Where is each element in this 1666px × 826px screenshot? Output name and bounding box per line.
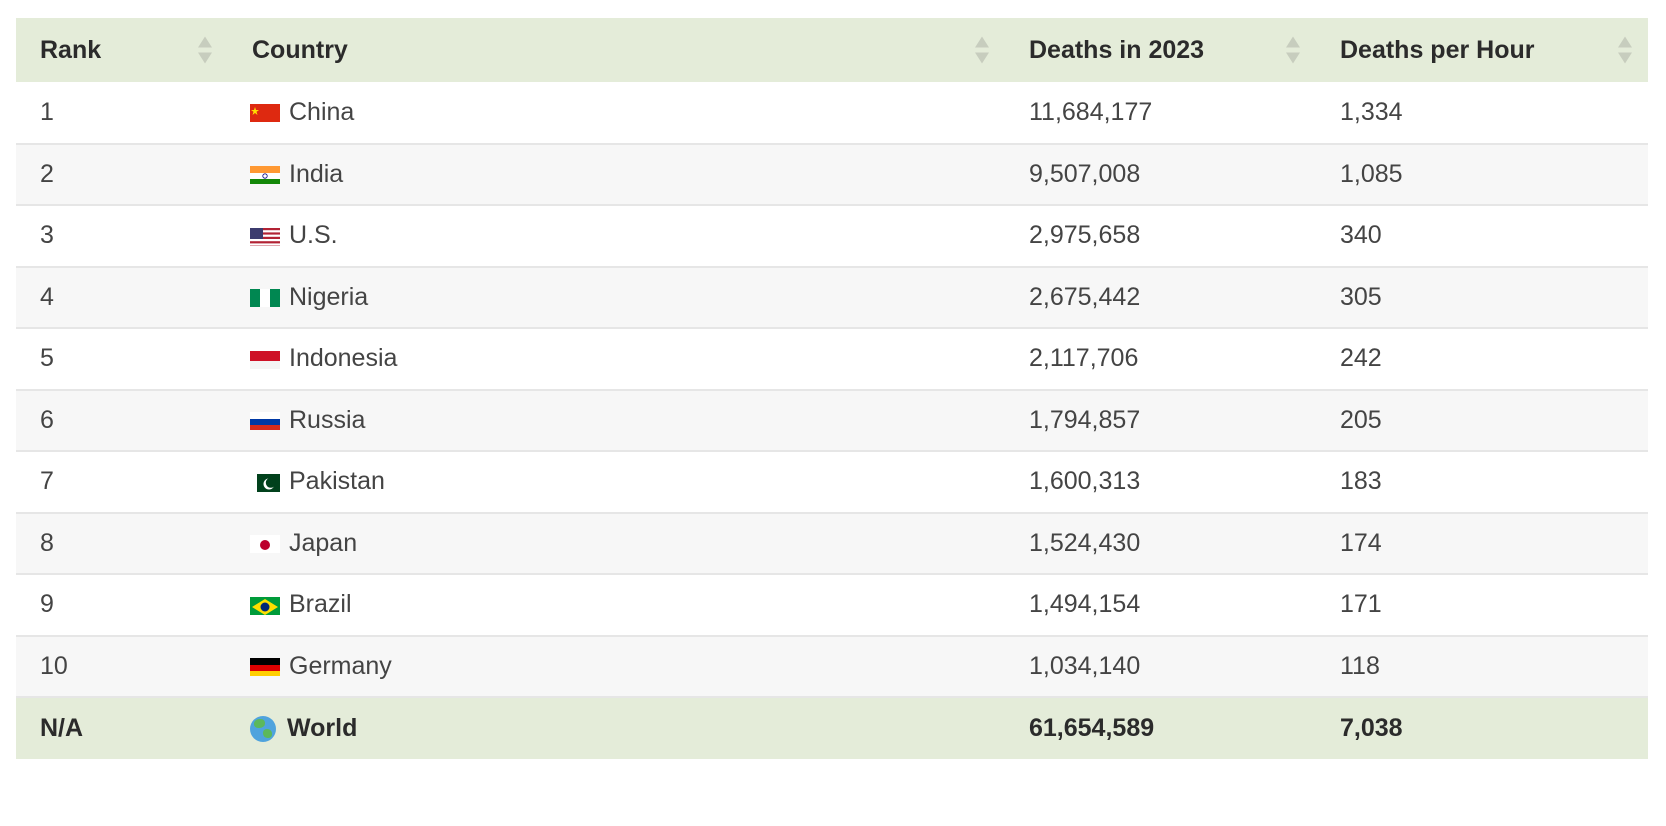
per-hour-cell: 183 <box>1340 467 1382 496</box>
country-cell: Russia <box>228 390 1005 452</box>
table-row: 5 Indonesia 2,117,706 242 <box>16 328 1648 390</box>
per-hour-cell: 174 <box>1340 528 1382 557</box>
table-row: 4 Nigeria 2,675,442 305 <box>16 266 1648 329</box>
header-deaths[interactable]: Deaths in 2023 <box>1005 18 1316 82</box>
sort-rank-icon[interactable] <box>198 36 212 64</box>
country-cell: Japan <box>228 513 1005 575</box>
rank-cell: 4 <box>40 282 54 311</box>
rank-cell: 7 <box>40 467 54 496</box>
table-body: 1 China 11,684,177 1,334 2 India 9,507,0… <box>16 82 1648 697</box>
country-cell: Nigeria <box>228 267 1005 329</box>
header-rank[interactable]: Rank <box>16 18 228 82</box>
rank-cell: 2 <box>40 159 54 188</box>
country-name: U.S. <box>289 221 338 250</box>
deaths-cell: 1,034,140 <box>1029 651 1141 680</box>
deaths-cell: 9,507,008 <box>1029 159 1141 188</box>
per-hour-cell: 205 <box>1340 405 1382 434</box>
country-cell: U.S. <box>228 205 1005 267</box>
rank-cell: 5 <box>40 344 54 373</box>
header-country[interactable]: Country <box>228 18 1005 82</box>
country-name: Germany <box>289 651 392 680</box>
country-cell: Germany <box>228 636 1005 698</box>
country-cell: China <box>228 82 1005 144</box>
indonesia-flag-icon <box>250 349 280 369</box>
sort-country-icon[interactable] <box>975 36 989 64</box>
germany-flag-icon <box>250 656 280 677</box>
china-flag-icon <box>250 102 280 123</box>
per-hour-cell: 7,038 <box>1340 714 1403 742</box>
deaths-cell: 61,654,589 <box>1029 714 1155 742</box>
table-row: 6 Russia 1,794,857 205 <box>16 389 1648 452</box>
country-name: China <box>289 97 355 126</box>
deaths-cell: 1,794,857 <box>1029 405 1141 434</box>
country-name: Brazil <box>289 590 352 619</box>
table-footer: N/A World 61,654,589 7,038 <box>16 697 1648 759</box>
country-cell: India <box>228 144 1005 206</box>
deaths-cell: 1,494,154 <box>1029 590 1141 619</box>
table-row: 8 Japan 1,524,430 174 <box>16 512 1648 575</box>
rank-cell: 10 <box>40 651 68 680</box>
header-per-hour-label: Deaths per Hour <box>1340 35 1535 64</box>
india-flag-icon <box>250 164 280 185</box>
per-hour-cell: 242 <box>1340 344 1382 373</box>
country-name: India <box>289 159 344 188</box>
globe-icon <box>250 715 276 742</box>
rank-cell: 9 <box>40 590 54 619</box>
country-name: Indonesia <box>289 344 398 373</box>
header-per-hour[interactable]: Deaths per Hour <box>1316 18 1648 82</box>
sort-per-hour-icon[interactable] <box>1618 36 1632 64</box>
japan-flag-icon <box>250 533 280 554</box>
rank-cell: N/A <box>40 714 84 742</box>
per-hour-cell: 1,085 <box>1340 159 1403 188</box>
deaths-cell: 1,600,313 <box>1029 467 1141 496</box>
country-name: Japan <box>289 528 358 557</box>
rank-cell: 8 <box>40 528 54 557</box>
deaths-table-container: Rank Country Deaths in 2023 Deaths per H… <box>16 18 1648 759</box>
nigeria-flag-icon <box>250 287 280 308</box>
deaths-cell: 2,975,658 <box>1029 221 1141 250</box>
sort-deaths-icon[interactable] <box>1286 36 1300 64</box>
country-name: World <box>287 714 358 742</box>
per-hour-cell: 340 <box>1340 221 1382 250</box>
rank-cell: 6 <box>40 405 54 434</box>
rank-cell: 3 <box>40 221 54 250</box>
table-row: 9 Brazil 1,494,154 171 <box>16 574 1648 636</box>
country-cell: Indonesia <box>228 328 1005 390</box>
per-hour-cell: 1,334 <box>1340 97 1403 126</box>
deaths-cell: 1,524,430 <box>1029 528 1141 557</box>
deaths-cell: 2,675,442 <box>1029 282 1141 311</box>
deaths-table: Rank Country Deaths in 2023 Deaths per H… <box>16 18 1648 759</box>
deaths-cell: 11,684,177 <box>1029 97 1153 126</box>
country-name: Russia <box>289 405 366 434</box>
table-row: 7 Pakistan 1,600,313 183 <box>16 451 1648 513</box>
table-row: 3 U.S. 2,975,658 340 <box>16 205 1648 267</box>
per-hour-cell: 118 <box>1340 651 1380 680</box>
brazil-flag-icon <box>250 595 280 615</box>
us-flag-icon <box>250 226 280 246</box>
header-rank-label: Rank <box>40 35 102 64</box>
world-total-row: N/A World 61,654,589 7,038 <box>16 697 1648 759</box>
country-cell: Brazil <box>228 574 1005 636</box>
deaths-cell: 2,117,706 <box>1029 344 1139 373</box>
per-hour-cell: 305 <box>1340 282 1382 311</box>
country-name: Pakistan <box>289 467 385 496</box>
country-name: Nigeria <box>289 282 369 311</box>
table-row: 1 China 11,684,177 1,334 <box>16 82 1648 144</box>
header-deaths-label: Deaths in 2023 <box>1029 35 1205 64</box>
table-row: 2 India 9,507,008 1,085 <box>16 143 1648 206</box>
country-cell: Pakistan <box>228 451 1005 513</box>
rank-cell: 1 <box>40 97 54 126</box>
per-hour-cell: 171 <box>1340 590 1382 619</box>
header-country-label: Country <box>252 35 348 64</box>
table-row: 10 Germany 1,034,140 118 <box>16 635 1648 698</box>
russia-flag-icon <box>250 410 280 431</box>
table-header: Rank Country Deaths in 2023 Deaths per H… <box>16 18 1648 82</box>
header-row: Rank Country Deaths in 2023 Deaths per H… <box>16 18 1648 82</box>
pakistan-flag-icon <box>250 472 280 492</box>
country-cell: World <box>228 697 1005 759</box>
